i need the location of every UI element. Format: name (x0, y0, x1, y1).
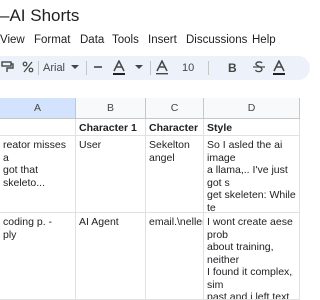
menu-discussions[interactable]: Discussions (186, 34, 247, 46)
menu-help[interactable]: Help (252, 34, 276, 46)
menu-bar: View Format Data Tools Insert Discussion… (0, 33, 300, 51)
percent-icon[interactable] (22, 60, 34, 74)
column-header-b[interactable]: B (76, 98, 146, 119)
cell-c3[interactable]: email.\neller (146, 213, 204, 300)
title-bar: –AI Shorts (0, 0, 300, 30)
menu-tools[interactable]: Tools (112, 34, 139, 46)
cell-d1[interactable]: Style (204, 119, 300, 136)
text-color-icon-2[interactable] (272, 60, 286, 76)
menu-insert[interactable]: Insert (148, 34, 177, 46)
menu-view[interactable]: View (0, 34, 25, 46)
cell-d2[interactable]: So I asled the ai image a llama,.. I've … (204, 136, 300, 213)
cell-b2[interactable]: User (76, 136, 146, 213)
spreadsheet-grid: A B C D Character 1 Character 2 Style re… (0, 98, 300, 300)
cell-c1[interactable]: Character 2 (146, 119, 204, 136)
text-color-icon[interactable] (112, 60, 126, 76)
decrease-font-size-icon[interactable] (92, 60, 104, 74)
text-color-chevron-icon[interactable] (134, 60, 144, 74)
cell-a2[interactable]: reator misses a got that skeleto... (0, 136, 76, 213)
menu-format[interactable]: Format (34, 34, 70, 46)
paint-format-icon[interactable] (0, 60, 14, 74)
font-size-field[interactable]: 10 (182, 60, 194, 76)
cell-a3[interactable]: coding p. - ply (0, 213, 76, 300)
column-header-d[interactable]: D (204, 98, 300, 119)
strikethrough-icon[interactable] (252, 60, 266, 74)
column-header-a[interactable]: A (0, 98, 76, 119)
cell-d3[interactable]: I wont create aese prob about training, … (204, 213, 300, 300)
menu-data[interactable]: Data (80, 34, 104, 46)
cell-a1[interactable] (0, 119, 76, 136)
cell-c2[interactable]: Sekelton angel (146, 136, 204, 213)
bold-button[interactable]: B (228, 60, 237, 76)
column-header-c[interactable]: C (146, 98, 204, 119)
cell-b1[interactable]: Character 1 (76, 119, 146, 136)
chevron-down-icon[interactable] (70, 60, 80, 74)
text-underline-icon[interactable] (155, 60, 169, 76)
document-title[interactable]: –AI Shorts (0, 6, 79, 26)
cell-b3[interactable]: AI Agent (76, 213, 146, 300)
toolbar: Arial 10 B (0, 56, 310, 80)
font-family-select[interactable]: Arial (43, 60, 65, 76)
